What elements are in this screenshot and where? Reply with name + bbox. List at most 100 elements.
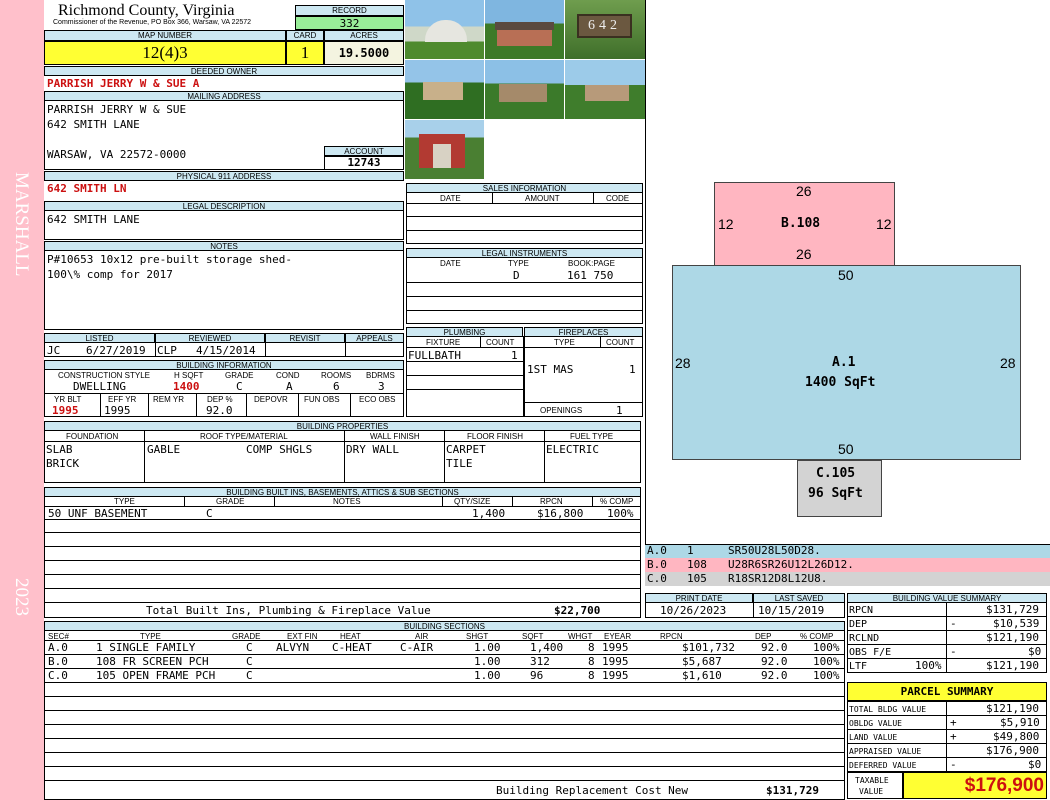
bvs-ltr-pct: 100% (915, 659, 942, 672)
builtins-total-value: $22,700 (554, 604, 601, 617)
li-type-header: TYPE (508, 259, 529, 268)
account-header: ACCOUNT (324, 146, 404, 156)
sections-cell-sqft: 96 (530, 669, 544, 682)
floor-finish-1: CARPET (446, 443, 486, 456)
b-section-label: B.108 (781, 216, 821, 231)
parcel-deferred-sign: - (950, 758, 957, 771)
sales-date-header: DATE (440, 194, 461, 203)
photo-4 (405, 60, 484, 119)
builtins-qty-header: QTY/SIZE (454, 497, 491, 506)
parcel-tbv-label: TOTAL BLDG VALUE (849, 705, 927, 714)
district-label: MARSHALL (11, 172, 32, 277)
sections-cell-rpcn: $1,610 (682, 669, 722, 682)
deeded-owner-header: DEEDED OWNER (44, 66, 404, 76)
a-dim-left: 28 (675, 355, 691, 371)
sections-cell-rpcn: $101,732 (682, 641, 735, 654)
parcel-deferred: $0 (1028, 758, 1042, 771)
b-dim-left: 12 (718, 216, 734, 232)
builtins-grade-header: GRADE (216, 497, 245, 506)
builtins-comp-header: % COMP (600, 497, 634, 506)
account-value: 12743 (324, 156, 404, 170)
listed-date: 6/27/2019 (86, 344, 146, 357)
sections-cell-type: 108 FR SCREEN PCH (96, 655, 209, 668)
card-value: 1 (286, 41, 324, 65)
bi-hsqft: 1400 (173, 380, 200, 393)
physical-address-header: PHYSICAL 911 ADDRESS (44, 171, 404, 181)
record-header: RECORD (295, 5, 404, 16)
reviewed-date: 4/15/2014 (196, 344, 256, 357)
foundation-header: FOUNDATION (66, 432, 119, 441)
sections-cell-heat: C-HEAT (332, 641, 372, 654)
bvs-obs-sign: - (950, 645, 957, 658)
bi-cond: A (286, 380, 293, 393)
fireplaces-type: 1ST MAS (527, 363, 574, 376)
photo-2 (485, 0, 564, 59)
bi-rooms-header: ROOMS (321, 371, 352, 380)
bvs-dep-label: DEP (849, 619, 868, 630)
a-dim-bottom: 50 (838, 441, 854, 457)
c-section-area: 96 SqFt (808, 486, 863, 501)
photo-grid: 642 (405, 0, 645, 180)
bvs-rpcn-label: RPCN (849, 605, 874, 616)
sketch-line-a-code: 1 (687, 544, 694, 557)
li-book: 161 750 (567, 269, 614, 282)
li-book-header: BOOK:PAGE (568, 259, 615, 268)
sketch-line-c-path: R18SR12D8L12U8. (728, 572, 828, 585)
builtins-notes-header: NOTES (333, 497, 361, 506)
sketch-line-b-code: 108 (687, 558, 707, 571)
sections-cell-type: 1 SINGLE FAMILY (96, 641, 196, 654)
county-title: Richmond County, Virginia (58, 2, 235, 19)
fuel-header: FUEL TYPE (570, 432, 614, 441)
fuel-type: ELECTRIC (546, 443, 599, 456)
sales-code-header: CODE (606, 194, 630, 203)
fireplaces-box (524, 336, 643, 417)
bvs-rpcn: $131,729 (986, 603, 1039, 616)
bvs-dep: $10,539 (993, 617, 1040, 630)
sections-cell-dep: 92.0 (761, 655, 788, 668)
record-value: 332 (295, 16, 404, 30)
sections-cell-comp: 100% (813, 641, 840, 654)
sections-cell-whgt: 8 (588, 669, 595, 682)
parcel-obldg-sign: + (950, 716, 957, 729)
bi-bdrms: 3 (378, 380, 385, 393)
sketch-line-c-sec: C.0 (647, 572, 667, 585)
notes-line-1: P#10653 10x12 pre-built storage shed- (47, 253, 293, 266)
foundation-1: SLAB (46, 443, 73, 456)
physical-address-value: 642 SMITH LN (47, 182, 127, 195)
fireplaces-count: 1 (629, 363, 636, 376)
foundation-2: BRICK (46, 457, 80, 470)
photo-3: 642 (565, 0, 645, 59)
map-number-value: 12(4)3 (44, 41, 286, 65)
bvs-dep-sign: - (950, 617, 957, 630)
photo-5 (485, 60, 564, 119)
wall-header: WALL FINISH (370, 432, 420, 441)
bi-construction-style-header: CONSTRUCTION STYLE (58, 371, 151, 380)
sections-cell-grade: C (246, 669, 253, 682)
bi-dep-header: DEP % (207, 395, 233, 404)
bi-bdrms-header: BDRMS (366, 371, 395, 380)
sections-cell-comp: 100% (813, 669, 840, 682)
c-section-label: C.105 (816, 466, 856, 481)
bi-remyr-header: REM YR (153, 395, 184, 404)
wall-finish: DRY WALL (346, 443, 399, 456)
taxable-label-2: VALUE (859, 787, 884, 796)
bi-rooms: 6 (333, 380, 340, 393)
deeded-owner-value: PARRISH JERRY W & SUE A (47, 77, 200, 90)
sections-cell-air: C-AIR (400, 641, 434, 654)
fireplaces-type-header: TYPE (554, 338, 575, 347)
sketch-line-a-sec: A.0 (647, 544, 667, 557)
acres-value: 19.5000 (324, 41, 404, 65)
replacement-cost-label: Building Replacement Cost New (496, 784, 689, 797)
fireplaces-count-header: COUNT (606, 338, 635, 347)
sketch-line-a-path: SR50U28L50D28. (728, 544, 821, 557)
mail-line-3: WARSAW, VA 22572-0000 (47, 148, 187, 161)
plumbing-count-header: COUNT (486, 338, 515, 347)
sections-cell-eyear: 1995 (602, 669, 629, 682)
mail-line-2: 642 SMITH LANE (47, 118, 140, 131)
a-dim-right: 28 (1000, 355, 1016, 371)
taxable-value: $176,900 (903, 772, 1047, 799)
bi-depovr-header: DEPOVR (254, 395, 288, 404)
photo-6 (565, 60, 645, 119)
bvs-ltr-label: LTF (849, 661, 868, 672)
sections-cell-sqft: 1,400 (530, 641, 564, 654)
